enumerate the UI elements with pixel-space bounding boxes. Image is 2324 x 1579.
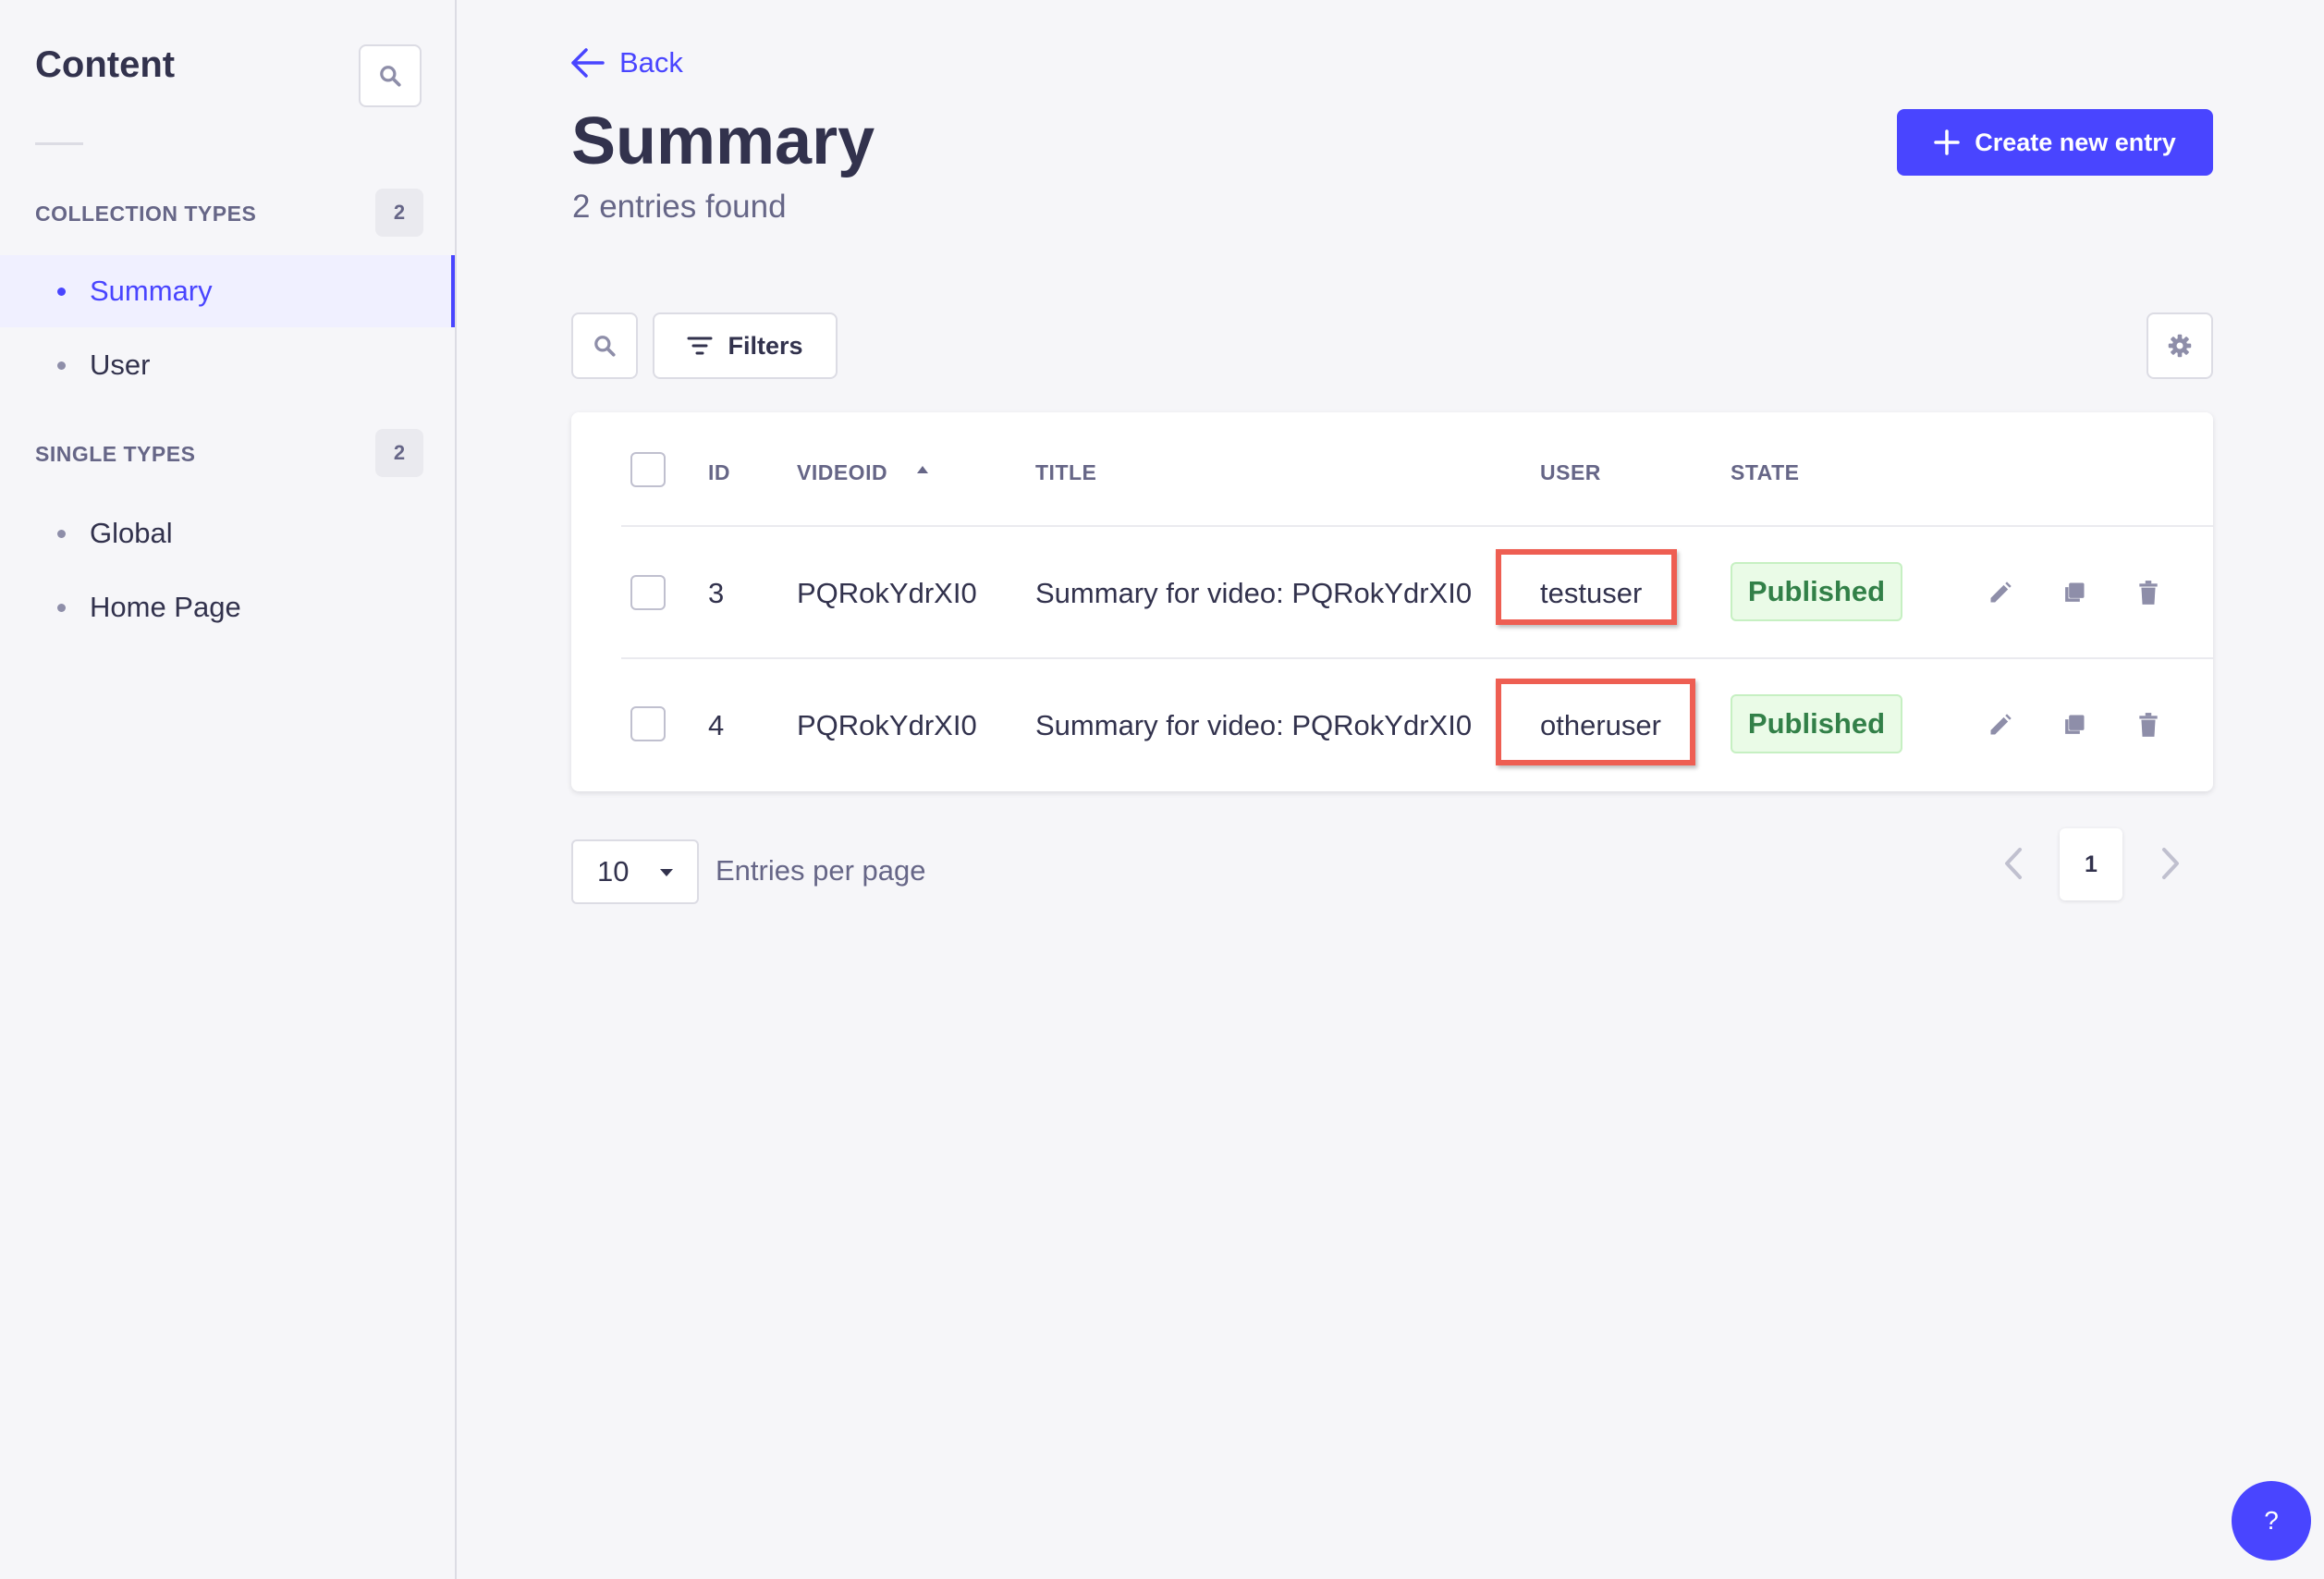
duplicate-button[interactable] — [2056, 574, 2093, 611]
column-header-videoid[interactable]: VIDEOID — [797, 460, 887, 485]
sidebar-item-summary[interactable]: Summary — [0, 255, 455, 327]
sidebar-title: Content — [35, 44, 176, 85]
pencil-icon — [1990, 714, 2012, 735]
cell-id: 4 — [708, 709, 725, 741]
arrow-left-icon — [571, 48, 605, 78]
per-page-value: 10 — [597, 855, 630, 887]
search-icon — [380, 66, 401, 87]
select-all-checkbox[interactable] — [630, 452, 666, 487]
plus-icon — [1934, 129, 1960, 155]
collection-types-count: 2 — [375, 189, 423, 237]
delete-button[interactable] — [2130, 574, 2167, 611]
table-settings-button[interactable] — [2147, 312, 2213, 379]
cell-videoid: PQRokYdrXI0 — [797, 577, 977, 609]
create-new-entry-button[interactable]: Create new entry — [1897, 109, 2213, 176]
edit-button[interactable] — [1982, 706, 2019, 743]
section-single-types: SINGLE TYPES — [35, 442, 196, 466]
edit-button[interactable] — [1982, 574, 2019, 611]
sidebar-item-label: Summary — [90, 275, 213, 307]
sidebar-item-label: Home Page — [90, 591, 241, 623]
trash-icon — [2139, 713, 2158, 737]
cell-title: Summary for video: PQRokYdrXI0 — [1035, 577, 1473, 609]
back-link[interactable]: Back — [569, 46, 683, 80]
row-divider — [621, 657, 2213, 659]
column-header-user[interactable]: USER — [1540, 460, 1601, 485]
sidebar: Content COLLECTION TYPES 2 Summary User … — [0, 0, 457, 1579]
sidebar-item-label: User — [90, 349, 151, 381]
filters-button[interactable]: Filters — [653, 312, 838, 379]
next-page-button[interactable] — [2152, 845, 2189, 882]
row-checkbox[interactable] — [630, 575, 666, 610]
entries-count: 2 entries found — [572, 189, 787, 225]
sidebar-item-user[interactable]: User — [0, 329, 455, 401]
bullet-icon — [57, 529, 66, 538]
single-types-count: 2 — [375, 429, 423, 477]
caret-down-icon — [660, 869, 673, 876]
column-header-state[interactable]: STATE — [1731, 460, 1799, 485]
cell-title: Summary for video: PQRokYdrXI0 — [1035, 709, 1473, 741]
help-button[interactable]: ? — [2232, 1481, 2311, 1561]
entries-per-page-label: Entries per page — [716, 854, 926, 887]
pencil-icon — [1990, 581, 2012, 603]
sidebar-item-label: Global — [90, 517, 173, 549]
delete-button[interactable] — [2130, 706, 2167, 743]
sidebar-item-home-page[interactable]: Home Page — [0, 571, 455, 643]
chevron-left-icon — [2005, 848, 2022, 879]
column-header-title[interactable]: TITLE — [1035, 460, 1096, 485]
bullet-icon — [57, 287, 66, 296]
section-collection-types: COLLECTION TYPES — [35, 202, 257, 226]
bullet-icon — [57, 603, 66, 612]
row-divider — [621, 525, 2213, 527]
chevron-right-icon — [2162, 848, 2179, 879]
page-1-button[interactable]: 1 — [2060, 828, 2122, 900]
gear-icon — [2168, 334, 2192, 358]
sidebar-item-global[interactable]: Global — [0, 497, 455, 569]
duplicate-icon — [2065, 715, 2085, 734]
table-search-button[interactable] — [571, 312, 638, 379]
status-badge: Published — [1731, 562, 1902, 621]
sidebar-search-button[interactable] — [359, 44, 422, 107]
entries-per-page-select[interactable]: 10 — [571, 839, 699, 904]
duplicate-button[interactable] — [2056, 706, 2093, 743]
filters-label: Filters — [728, 331, 803, 360]
row-checkbox[interactable] — [630, 706, 666, 741]
trash-icon — [2139, 581, 2158, 605]
cell-id: 3 — [708, 577, 725, 609]
previous-page-button[interactable] — [1995, 845, 2032, 882]
filter-icon — [687, 337, 713, 355]
status-badge: Published — [1731, 694, 1902, 753]
sort-ascending-icon[interactable] — [915, 464, 930, 475]
duplicate-icon — [2065, 582, 2085, 602]
cell-videoid: PQRokYdrXI0 — [797, 709, 977, 741]
cell-user: testuser — [1540, 577, 1643, 609]
sidebar-divider — [35, 142, 83, 145]
column-header-id[interactable]: ID — [708, 460, 730, 485]
cell-user: otheruser — [1540, 709, 1661, 741]
bullet-icon — [57, 361, 66, 370]
create-new-entry-label: Create new entry — [1975, 128, 2176, 156]
search-icon — [594, 336, 616, 357]
back-label: Back — [619, 46, 683, 79]
page-title: Summary — [571, 104, 875, 178]
